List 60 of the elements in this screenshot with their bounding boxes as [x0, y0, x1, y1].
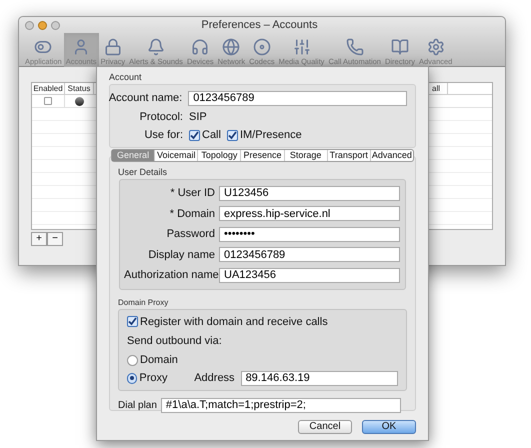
tab[interactable]: Storage [284, 150, 328, 161]
close-button[interactable] [25, 20, 34, 30]
checkbox[interactable] [189, 130, 200, 140]
input-field[interactable]: UA123456 [219, 268, 400, 283]
zoom-button[interactable] [51, 20, 60, 30]
field-label: * User ID [169, 186, 215, 201]
group-title: Account [109, 72, 143, 82]
add-button[interactable]: + [31, 232, 47, 246]
radio-label: Domain [140, 352, 179, 368]
bell-icon [147, 38, 166, 56]
tab[interactable]: Advanced [370, 150, 413, 161]
column-header[interactable]: Status [65, 83, 94, 94]
tab[interactable]: Voicemail [155, 150, 198, 161]
settings-icon [426, 38, 445, 56]
field-label: * Domain [168, 206, 215, 222]
group-title: Domain Proxy [118, 298, 170, 308]
protocol-value: SIP [189, 110, 207, 125]
input-field[interactable]: •••••••• [219, 226, 400, 242]
checkbox-label: Register with domain and receive calls [140, 314, 328, 330]
input-field[interactable]: #1\a\a.T;match=1;prestrip=2; [160, 398, 401, 412]
cancel-button[interactable]: Cancel [298, 420, 352, 434]
column-header[interactable]: Enabled [32, 83, 65, 94]
tab[interactable]: Presence [241, 150, 285, 161]
input-field[interactable]: 89.146.63.19 [240, 370, 398, 386]
window-title: Preferences – Accounts [201, 18, 318, 33]
tab[interactable]: Transport [328, 150, 371, 161]
disc-icon [252, 38, 271, 56]
input-field[interactable]: U123456 [219, 186, 400, 201]
tab[interactable]: Topology [198, 150, 242, 161]
column-header[interactable]: all [432, 83, 448, 94]
lock-icon [104, 38, 122, 56]
sliders-icon [292, 38, 310, 56]
checkbox-label: Call [202, 128, 221, 143]
radio-button[interactable] [127, 372, 138, 384]
input-field[interactable]: 0123456789 [188, 90, 407, 106]
checkbox-label: IM/Presence [240, 128, 302, 143]
section-text: Send outbound via: [127, 334, 223, 349]
book-icon [390, 38, 409, 56]
group-title: User Details [118, 167, 168, 177]
ok-button[interactable]: OK [362, 420, 416, 434]
field-label: Address [194, 370, 235, 386]
remove-button[interactable]: − [47, 232, 63, 246]
field-label: Dial plan [118, 398, 157, 412]
field-label: Password [166, 227, 215, 242]
radio-label: Proxy [139, 370, 169, 386]
checkbox[interactable] [127, 316, 138, 328]
headset-icon [191, 38, 210, 56]
input-field[interactable]: 0123456789 [219, 247, 400, 262]
field-label: Account name: [108, 91, 182, 106]
globe-icon [222, 38, 240, 56]
field-label: Display name [147, 248, 215, 262]
phone-icon [346, 38, 364, 56]
checkbox[interactable] [226, 130, 238, 140]
input-field[interactable]: express.hip-service.nl [219, 206, 400, 222]
field-label: Protocol: [138, 110, 183, 125]
field-label: Use for: [143, 128, 183, 143]
status-icon [75, 96, 84, 106]
radio-button[interactable] [127, 354, 138, 366]
minimize-button[interactable] [38, 20, 47, 30]
checkbox[interactable] [44, 97, 52, 105]
